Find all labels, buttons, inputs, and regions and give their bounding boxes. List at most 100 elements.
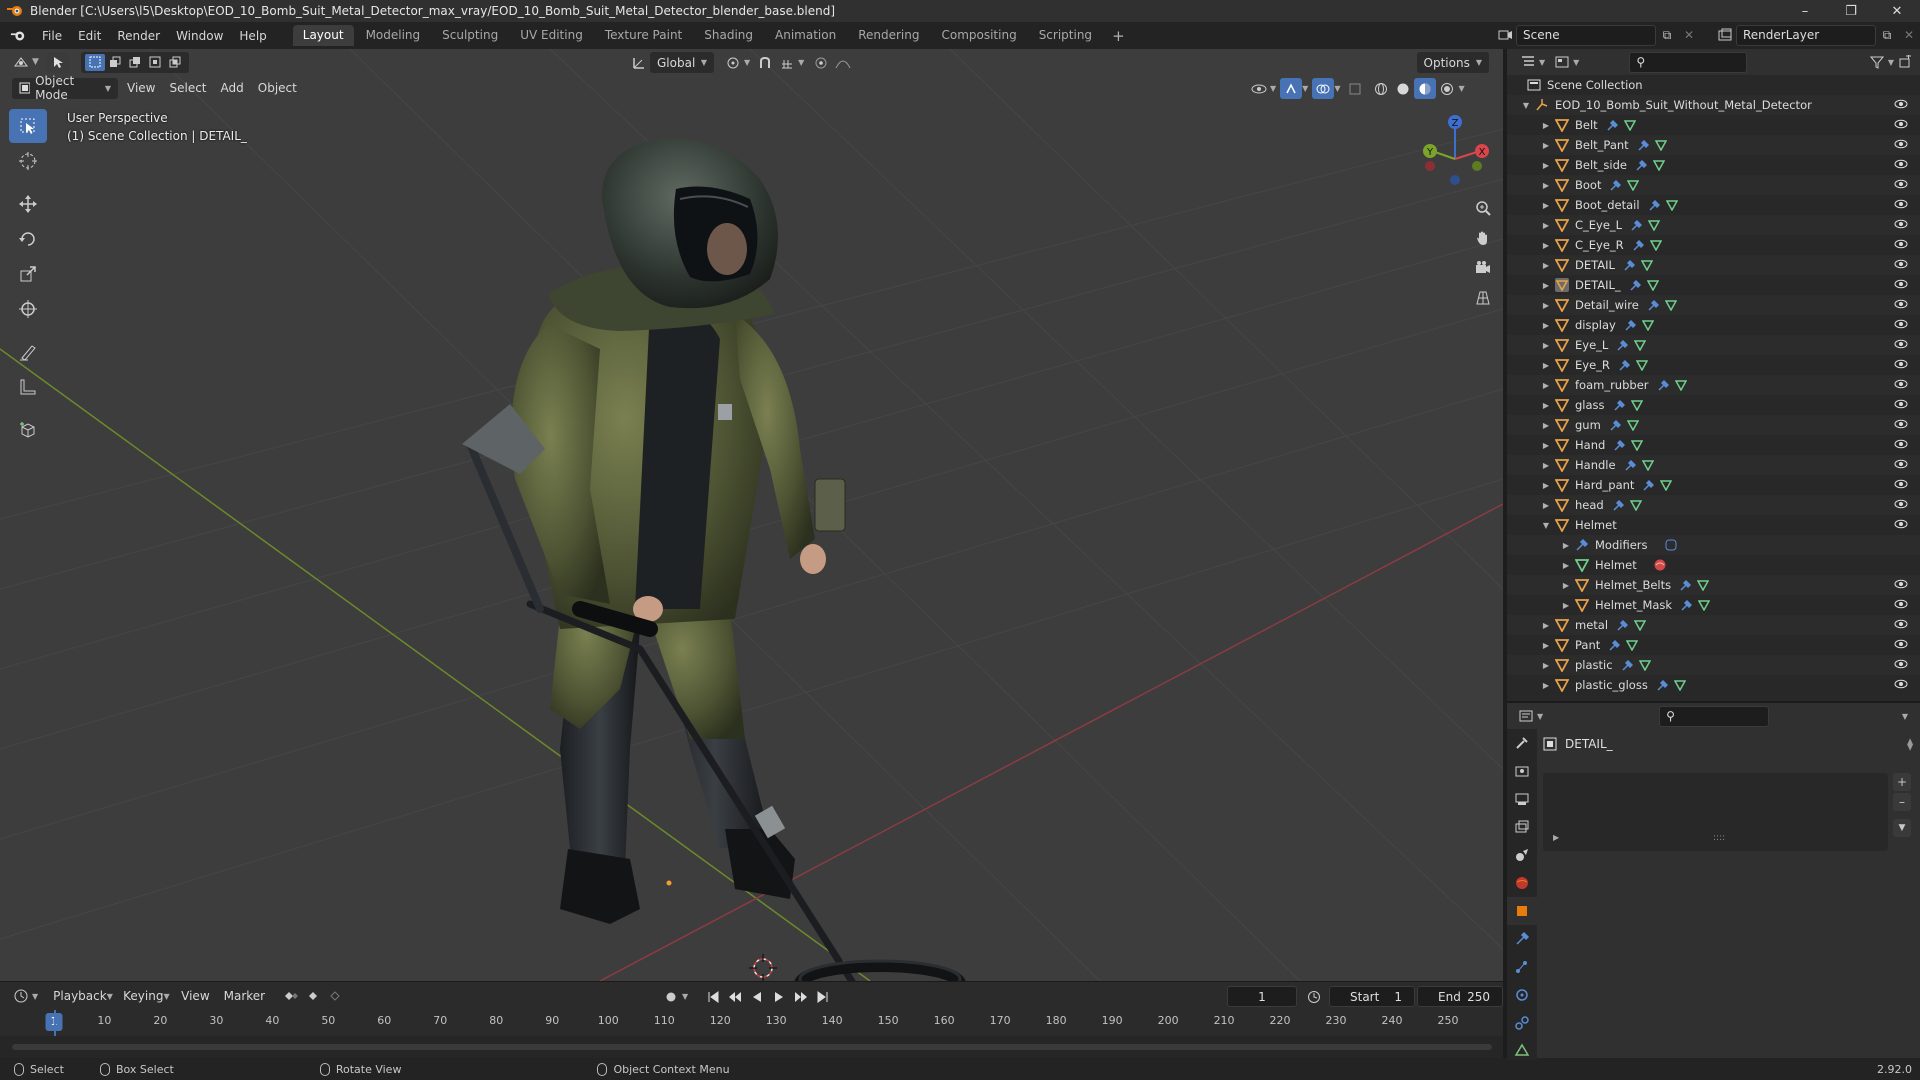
modifier-wrench-icon[interactable] xyxy=(1613,399,1625,411)
collapsed-arrow-icon[interactable]: ▶ xyxy=(1539,201,1553,210)
properties-editor-type-icon[interactable] xyxy=(1515,706,1537,727)
measure-icon[interactable] xyxy=(9,370,47,404)
outliner-object-glass[interactable]: ▶ glass xyxy=(1507,395,1920,415)
menu-edit[interactable]: Edit xyxy=(70,25,109,47)
timeline-menu-marker[interactable]: Marker xyxy=(217,986,272,1007)
particles-tab-icon[interactable] xyxy=(1507,953,1537,981)
outliner-search-input[interactable]: ⚲ xyxy=(1629,51,1748,73)
collapsed-arrow-icon[interactable]: ▶ xyxy=(1539,301,1553,310)
new-scene-icon[interactable]: ⧉ xyxy=(1656,25,1678,46)
visibility-eye-icon[interactable] xyxy=(1894,438,1908,453)
visibility-eye-icon[interactable] xyxy=(1894,98,1908,113)
chevron-down-icon[interactable]: ▼ xyxy=(798,58,804,67)
outliner-object-plastic_gloss[interactable]: ▶ plastic_gloss xyxy=(1507,675,1920,695)
annotate-icon[interactable] xyxy=(9,335,47,369)
mesh-data-icon[interactable] xyxy=(1665,199,1678,211)
outliner-editor-type-icon[interactable] xyxy=(1517,52,1539,73)
preview-range-icon[interactable] xyxy=(1303,986,1325,1007)
modifier-wrench-icon[interactable] xyxy=(1637,139,1649,151)
add-workspace-icon[interactable]: + xyxy=(1104,27,1133,45)
pin-icon[interactable]: ⧫ xyxy=(1907,737,1913,751)
modifier-wrench-icon[interactable] xyxy=(1629,279,1641,291)
collapsed-arrow-icon[interactable]: ▶ xyxy=(1539,221,1553,230)
overlays-toggle-icon[interactable] xyxy=(1312,78,1335,99)
modifier-wrench-icon[interactable] xyxy=(1613,439,1626,451)
modifier-wrench-icon[interactable] xyxy=(1623,259,1635,271)
keyframe-insert-icon[interactable] xyxy=(302,986,324,1007)
menu-help[interactable]: Help xyxy=(231,25,274,47)
tab-shading[interactable]: Shading xyxy=(694,25,763,46)
timeline-menu-view[interactable]: View xyxy=(174,986,216,1007)
outliner-object-c_eye_r[interactable]: ▶ C_Eye_R xyxy=(1507,235,1920,255)
chevron-down-icon[interactable]: ▼ xyxy=(1539,58,1545,67)
list-menu-icon[interactable]: ▼ xyxy=(1893,819,1911,837)
collapsed-arrow-icon[interactable]: ▶ xyxy=(1539,141,1553,150)
snap-icon[interactable] xyxy=(754,52,776,73)
visibility-eye-icon[interactable] xyxy=(1894,598,1908,613)
collapsed-arrow-icon[interactable]: ▶ xyxy=(1539,261,1553,270)
outliner-object-detail_wire[interactable]: ▶ Detail_wire xyxy=(1507,295,1920,315)
tab-uv-editing[interactable]: UV Editing xyxy=(510,25,593,46)
visibility-eye-icon[interactable] xyxy=(1894,498,1908,513)
mesh-data-icon[interactable] xyxy=(1698,599,1711,611)
navigation-gizmo[interactable]: Z X Y xyxy=(1420,109,1490,189)
modifier-wrench-icon[interactable] xyxy=(1624,459,1636,471)
mesh-data-icon[interactable] xyxy=(1635,359,1648,371)
move-icon[interactable] xyxy=(9,187,47,221)
add-cube-icon[interactable] xyxy=(9,413,47,447)
timeline-scrollbar[interactable] xyxy=(0,1036,1503,1058)
collapsed-arrow-icon[interactable]: ▶ xyxy=(1539,661,1553,670)
collapsed-arrow-icon[interactable]: ▶ xyxy=(1539,621,1553,630)
modifier-wrench-icon[interactable] xyxy=(1616,619,1629,631)
mesh-data-icon[interactable] xyxy=(1697,579,1710,591)
visibility-eye-icon[interactable] xyxy=(1894,138,1908,153)
modifier-wrench-icon[interactable] xyxy=(1608,639,1621,651)
chevron-down-icon[interactable]: ▼ xyxy=(32,992,38,1001)
jump-next-keyframe-icon[interactable] xyxy=(790,986,812,1007)
visibility-eye-icon[interactable] xyxy=(1894,218,1908,233)
scene-name-field[interactable]: Scene xyxy=(1516,24,1656,46)
outliner-object-belt[interactable]: ▶ Belt xyxy=(1507,115,1920,135)
modifier-wrench-icon[interactable] xyxy=(1609,419,1621,431)
outliner-object-eye_r[interactable]: ▶ Eye_R xyxy=(1507,355,1920,375)
outliner-object-head[interactable]: ▶ head xyxy=(1507,495,1920,515)
tab-scripting[interactable]: Scripting xyxy=(1029,25,1102,46)
mesh-data-icon[interactable] xyxy=(1648,219,1661,231)
visibility-eye-icon[interactable] xyxy=(1894,618,1908,633)
collapsed-arrow-icon[interactable]: ▶ xyxy=(1539,321,1553,330)
collapsed-arrow-icon[interactable]: ▶ xyxy=(1539,401,1553,410)
jump-start-icon[interactable] xyxy=(702,986,724,1007)
pan-hand-icon[interactable] xyxy=(1468,223,1498,253)
expanded-arrow-icon[interactable]: ▼ xyxy=(1519,101,1533,110)
invert-selection-icon[interactable] xyxy=(145,54,165,71)
falloff-icon[interactable] xyxy=(832,52,854,73)
visibility-eye-icon[interactable] xyxy=(1894,118,1908,133)
delete-scene-icon[interactable]: ✕ xyxy=(1678,25,1700,46)
visibility-eye-icon[interactable] xyxy=(1894,278,1908,293)
viewport-menu-add[interactable]: Add xyxy=(214,78,251,99)
collapsed-arrow-icon[interactable]: ▶ xyxy=(1539,421,1553,430)
blender-menu-icon[interactable] xyxy=(8,26,28,46)
menu-render[interactable]: Render xyxy=(109,25,168,47)
subdivision-modifier-icon[interactable] xyxy=(1664,538,1678,552)
modifier-wrench-icon[interactable] xyxy=(1657,379,1669,391)
collapsed-arrow-icon[interactable]: ▶ xyxy=(1559,601,1573,610)
extend-selection-icon[interactable] xyxy=(105,54,125,71)
timeline-scroll-thumb[interactable] xyxy=(12,1044,1492,1050)
editor-type-icon[interactable] xyxy=(10,52,32,73)
modifier-tab-icon[interactable] xyxy=(1507,925,1537,953)
proportional-editing-icon[interactable] xyxy=(810,52,832,73)
outliner[interactable]: ▼ ▼ ⚲ ▼ Scene Collection ▼ EOD_10_Bomb_Sui… xyxy=(1507,49,1920,701)
shading-material-icon[interactable] xyxy=(1414,78,1437,99)
visibility-eye-icon[interactable] xyxy=(1894,258,1908,273)
modifier-wrench-icon[interactable] xyxy=(1632,239,1644,251)
tab-compositing[interactable]: Compositing xyxy=(931,25,1026,46)
outliner-object-c_eye_l[interactable]: ▶ C_Eye_L xyxy=(1507,215,1920,235)
modifier-wrench-icon[interactable] xyxy=(1624,319,1636,331)
mesh-data-icon[interactable] xyxy=(1660,479,1673,491)
scale-icon[interactable] xyxy=(9,257,47,291)
outliner-object-handle[interactable]: ▶ Handle xyxy=(1507,455,1920,475)
remove-item-icon[interactable]: – xyxy=(1893,793,1911,811)
collapsed-arrow-icon[interactable]: ▶ xyxy=(1539,181,1553,190)
scene-selector-icon[interactable] xyxy=(1494,25,1516,46)
